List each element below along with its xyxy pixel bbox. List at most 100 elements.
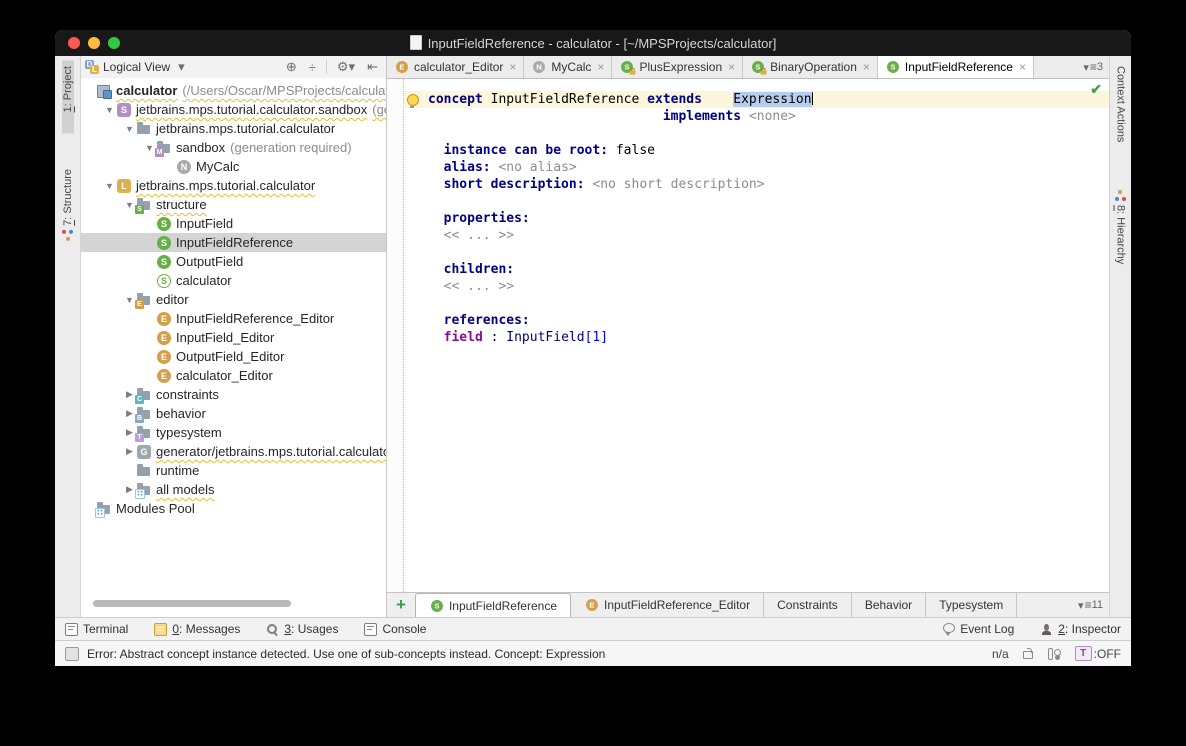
code-line[interactable]: alias: <no alias>: [404, 159, 1109, 176]
tree-expand-icon[interactable]: ▶: [123, 446, 136, 457]
tree-item[interactable]: calculator(/Users/Oscar/MPSProjects/calc…: [81, 81, 386, 100]
stripe-item-ContextActions[interactable]: Context Actions: [1115, 60, 1127, 148]
code-line[interactable]: << ... >>: [404, 278, 1109, 295]
code-line[interactable]: properties:: [404, 210, 1109, 227]
horizontal-scrollbar[interactable]: [93, 600, 291, 607]
tree-item[interactable]: ▶Cconstraints: [81, 385, 386, 404]
tree-item[interactable]: Ecalculator_Editor: [81, 366, 386, 385]
aspect-tab-label: Constraints: [777, 598, 838, 612]
tree-item[interactable]: SInputFieldReference: [81, 233, 386, 252]
inspection-ok-icon[interactable]: ✔: [1090, 81, 1102, 98]
tree-item[interactable]: SInputField: [81, 214, 386, 233]
code-line[interactable]: [404, 295, 1109, 312]
stripe-item-Project[interactable]: 1: Project: [62, 60, 74, 133]
project-tool-icon: [62, 116, 73, 127]
settings-gear-icon[interactable]: ⚙▾: [333, 59, 359, 75]
code-line[interactable]: children:: [404, 261, 1109, 278]
toolwindow-button-Usages[interactable]: 3: Usages: [266, 622, 338, 636]
tree-item[interactable]: ▶Bbehavior: [81, 404, 386, 423]
close-tab-icon[interactable]: ×: [728, 60, 735, 74]
editor-tab-InputFieldReference[interactable]: SInputFieldReference×: [878, 56, 1034, 78]
close-tab-icon[interactable]: ×: [597, 60, 604, 74]
view-selector[interactable]: Logical View: [103, 60, 170, 74]
tree-item[interactable]: NMyCalc: [81, 157, 386, 176]
tree-item[interactable]: Scalculator: [81, 271, 386, 290]
toolwindow-button-Inspector[interactable]: 2: Inspector: [1040, 622, 1121, 636]
hide-panel-icon[interactable]: ⇤: [363, 59, 382, 75]
aspect-tab-list-dropdown-icon[interactable]: ▾≡11: [1072, 593, 1109, 617]
tree-item[interactable]: ▼Msandbox(generation required): [81, 138, 386, 157]
unlock-icon[interactable]: [1023, 648, 1033, 660]
editor-tab-MyCalc[interactable]: NMyCalc×: [524, 56, 612, 78]
aspect-tab-Constraints[interactable]: Constraints: [764, 593, 852, 617]
tree-item[interactable]: EOutputField_Editor: [81, 347, 386, 366]
tree-item[interactable]: ▶Ggenerator/jetbrains.mps.tutorial.calcu…: [81, 442, 386, 461]
editor-content[interactable]: concept InputFieldReference extends Expr…: [387, 79, 1109, 592]
eventlog-icon: [943, 623, 955, 635]
toolwindow-button-EventLog[interactable]: Event Log: [943, 622, 1014, 636]
tree-expand-icon[interactable]: ▼: [123, 124, 136, 134]
code-line[interactable]: field : InputField[1]: [404, 329, 1109, 346]
tab-list-dropdown-icon[interactable]: ▾≡3: [1077, 56, 1109, 78]
aspect-tab-Typesystem[interactable]: Typesystem: [926, 593, 1017, 617]
tree-item[interactable]: ▼Sstructure: [81, 195, 386, 214]
tree-item[interactable]: runtime: [81, 461, 386, 480]
folder-c-icon: C: [136, 387, 152, 403]
tree-item[interactable]: ▶∷all models: [81, 480, 386, 499]
intention-bulb-icon[interactable]: [407, 94, 419, 106]
code-line[interactable]: references:: [404, 312, 1109, 329]
editor-tab-calculator_Editor[interactable]: Ecalculator_Editor×: [387, 56, 524, 78]
tree-item[interactable]: ▼Eeditor: [81, 290, 386, 309]
mnemonic-number: 2: [1058, 622, 1065, 636]
code-line[interactable]: [404, 244, 1109, 261]
tree-item[interactable]: ▼jetbrains.mps.tutorial.calculator: [81, 119, 386, 138]
stripe-item-Structure[interactable]: 7: Structure: [62, 163, 74, 247]
s-circ-icon: S: [886, 60, 900, 74]
toolwindow-button-Messages[interactable]: 0: Messages: [154, 622, 240, 636]
code-area[interactable]: concept InputFieldReference extends Expr…: [404, 91, 1109, 346]
code-segment: [1]: [585, 330, 608, 345]
aspect-tab-label: InputFieldReference_Editor: [604, 598, 750, 612]
stripe-item-Hierarchy[interactable]: 8: Hierarchy: [1115, 184, 1127, 270]
window-title: InputFieldReference - calculator - [~/MP…: [428, 36, 777, 51]
editor-tab-BinaryOperation[interactable]: SBinaryOperation×: [743, 56, 878, 78]
toolwindow-button-Terminal[interactable]: Terminal: [65, 622, 128, 636]
typesystem-toggle-icon[interactable]: T: [1075, 646, 1092, 661]
code-line[interactable]: instance can be root: false: [404, 142, 1109, 159]
code-line[interactable]: << ... >>: [404, 227, 1109, 244]
collapse-all-icon[interactable]: ÷: [305, 60, 320, 75]
code-segment: <none>: [749, 109, 796, 124]
add-aspect-tab-button[interactable]: +: [387, 593, 415, 617]
code-segment: [428, 228, 444, 243]
tree-item[interactable]: ▼Sjetbrains.mps.tutorial.calculator.sand…: [81, 100, 386, 119]
tree-item[interactable]: ▼Ljetbrains.mps.tutorial.calculator: [81, 176, 386, 195]
hierarchy-tool-icon: [1115, 190, 1126, 201]
view-dropdown-icon[interactable]: ▾: [174, 59, 189, 75]
tree-item[interactable]: ∷Modules Pool: [81, 499, 386, 518]
close-tab-icon[interactable]: ×: [1019, 60, 1026, 74]
code-line[interactable]: [404, 125, 1109, 142]
toolwindow-button-Console[interactable]: Console: [364, 622, 426, 636]
inspector-icon: [1040, 623, 1053, 636]
code-line[interactable]: concept InputFieldReference extends Expr…: [404, 91, 1109, 108]
aspect-tab-InputFieldReference[interactable]: SInputFieldReference: [415, 593, 571, 617]
code-segment: false: [608, 143, 655, 158]
tree-item[interactable]: ▶Ttypesystem: [81, 423, 386, 442]
tree-item[interactable]: SOutputField: [81, 252, 386, 271]
assistant-icon[interactable]: [1047, 647, 1061, 660]
code-line[interactable]: short description: <no short description…: [404, 176, 1109, 193]
close-tab-icon[interactable]: ×: [509, 60, 516, 74]
tree-expand-icon[interactable]: ▼: [103, 105, 116, 115]
folder-models-icon: ∷: [136, 482, 152, 498]
editor-tab-PlusExpression[interactable]: SPlusExpression×: [612, 56, 743, 78]
locate-icon[interactable]: ⊕: [282, 59, 301, 75]
code-line[interactable]: implements <none>: [404, 108, 1109, 125]
tree-item[interactable]: EInputField_Editor: [81, 328, 386, 347]
tree-expand-icon[interactable]: ▼: [103, 181, 116, 191]
aspect-tab-InputFieldReference_Editor[interactable]: EInputFieldReference_Editor: [571, 593, 764, 617]
typesystem-toggle-state[interactable]: :OFF: [1094, 647, 1121, 661]
aspect-tab-Behavior[interactable]: Behavior: [852, 593, 926, 617]
close-tab-icon[interactable]: ×: [863, 60, 870, 74]
tree-item[interactable]: EInputFieldReference_Editor: [81, 309, 386, 328]
code-line[interactable]: [404, 193, 1109, 210]
